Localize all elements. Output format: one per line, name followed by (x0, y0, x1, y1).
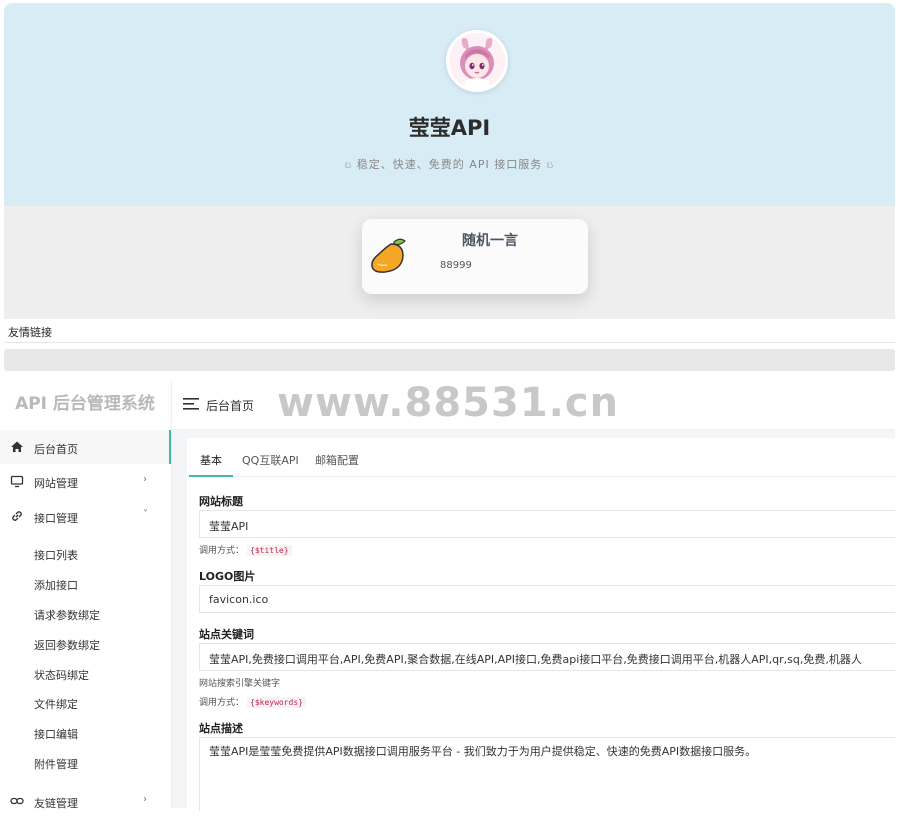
admin-brand: API 后台管理系统 (15, 394, 155, 414)
breadcrumb: 后台首页 (206, 399, 255, 413)
swirl-left-icon: ઇ (344, 160, 353, 171)
active-tab-indicator (189, 475, 233, 477)
hero-banner: 莹莹API ઇ 稳定、快速、免费的 API 接口服务 ઇ (4, 3, 895, 206)
sidebar-subitem-attachments[interactable]: 附件管理 (34, 756, 78, 772)
site-title-help-text: 调用方式： (199, 546, 245, 556)
description-textarea[interactable]: 莹莹API是莹莹免费提供API数据接口调用服务平台 - 我们致力于为用户提供稳定… (199, 737, 895, 811)
sidebar-item-home[interactable]: 后台首页 (0, 430, 171, 464)
keywords-help: 网站搜索引擎关键字 (199, 679, 281, 689)
quote-title: 随机一言 (462, 233, 518, 249)
mango-icon (371, 238, 406, 273)
sidebar-item-api-management[interactable]: 接口管理 ˅ (0, 499, 171, 533)
keywords-help-text: 调用方式： (199, 698, 245, 708)
home-icon (11, 441, 23, 452)
settings-panel: 基本 QQ互联API 邮箱配置 网站标题 莹莹API 调用方式： {$title}… (187, 438, 895, 811)
tab-basic[interactable]: 基本 (200, 452, 222, 468)
sidebar-item-site-management[interactable]: 网站管理 › (0, 464, 171, 498)
sidebar-item-label: 友链管理 (34, 797, 78, 810)
sidebar-subitem-file-binding[interactable]: 文件绑定 (34, 696, 78, 712)
menu-toggle-icon[interactable] (183, 398, 199, 410)
keywords-label: 站点关键词 (199, 628, 254, 641)
chevron-right-icon: › (143, 474, 147, 485)
watermark: www.88531.cn (277, 380, 620, 426)
chevron-right-icon: › (143, 794, 147, 805)
site-title: 莹莹API (408, 116, 491, 140)
sidebar-subitem-add-api[interactable]: 添加接口 (34, 577, 78, 593)
sidebar-subitem-api-edit[interactable]: 接口编辑 (34, 726, 78, 742)
link-icon (12, 511, 22, 521)
sidebar-item-label: 后台首页 (34, 443, 78, 456)
avatar (446, 30, 508, 92)
sidebar: 后台首页 网站管理 › 接口管理 ˅ 接口列表 添加接口 请求参数绑定 返回参数… (0, 428, 171, 810)
sidebar-subitem-api-list[interactable]: 接口列表 (34, 547, 78, 563)
settings-tabs: 基本 QQ互联API 邮箱配置 (187, 438, 895, 477)
monitor-icon (10, 475, 24, 488)
site-title-code: {$title} (247, 545, 292, 556)
sidebar-subitem-status-codes[interactable]: 状态码绑定 (34, 667, 89, 683)
sidebar-subitem-request-params[interactable]: 请求参数绑定 (34, 607, 100, 623)
quote-text: 88999 (440, 260, 472, 271)
site-title-input[interactable]: 莹莹API (199, 510, 895, 538)
chevron-down-icon: ˅ (143, 509, 148, 520)
logo-input[interactable]: favicon.ico (199, 585, 895, 613)
random-quote-card: 随机一言 88999 (362, 219, 588, 294)
site-title-label: 网站标题 (199, 495, 243, 508)
friend-links-bar: 友情链接 (4, 319, 895, 343)
admin-topbar: 后台首页 www.88531.cn (172, 380, 895, 430)
sidebar-item-label: 接口管理 (34, 512, 78, 525)
site-subtitle-text: 稳定、快速、免费的 API 接口服务 (356, 158, 543, 171)
link-icon (10, 797, 24, 805)
tab-qq-connect[interactable]: QQ互联API (242, 452, 299, 468)
swirl-right-icon: ઇ (546, 160, 555, 171)
friend-links-strip (4, 349, 895, 371)
keywords-input[interactable]: 莹莹API,免费接口调用平台,API,免费API,聚合数据,在线API,API接… (199, 643, 895, 671)
tab-email-config[interactable]: 邮箱配置 (315, 452, 359, 468)
logo-label: LOGO图片 (199, 570, 256, 583)
keywords-code: {$keywords} (247, 697, 306, 708)
sidebar-subitem-return-params[interactable]: 返回参数绑定 (34, 637, 100, 653)
sidebar-item-friend-links[interactable]: 友链管理 › (0, 784, 171, 818)
anime-avatar-icon (449, 33, 505, 89)
site-subtitle: ઇ 稳定、快速、免费的 API 接口服务 ઇ (4, 156, 895, 172)
sidebar-item-label: 网站管理 (34, 477, 78, 490)
site-title-help: 调用方式： {$title} (199, 543, 292, 556)
keywords-call-help: 调用方式： {$keywords} (199, 695, 306, 708)
description-label: 站点描述 (199, 722, 243, 735)
friend-links-label: 友情链接 (8, 326, 52, 339)
